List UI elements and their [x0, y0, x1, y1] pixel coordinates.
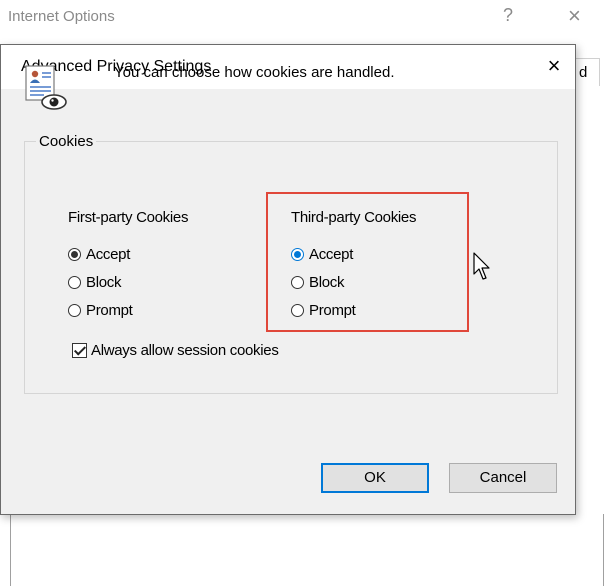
first-party-block-radio[interactable]: Block: [68, 274, 121, 291]
first-party-prompt-radio[interactable]: Prompt: [68, 302, 133, 319]
internet-options-title: Internet Options: [8, 8, 115, 25]
cancel-button[interactable]: Cancel: [449, 463, 557, 493]
highlight-box: [266, 192, 469, 332]
close-icon[interactable]: ×: [539, 51, 569, 81]
cookies-group-label: Cookies: [36, 133, 97, 150]
first-party-cookies-title: First-party Cookies: [68, 209, 189, 226]
radio-indicator: [68, 304, 81, 317]
radio-indicator: [68, 276, 81, 289]
mouse-pointer-icon: [473, 252, 490, 280]
privacy-report-icon: [25, 65, 67, 110]
ok-button[interactable]: OK: [321, 463, 429, 493]
internet-options-close-button[interactable]: ×: [568, 3, 581, 29]
radio-indicator: [68, 248, 81, 261]
radio-label: Accept: [86, 246, 131, 263]
help-button[interactable]: ?: [503, 5, 513, 26]
checkbox-label: Always allow session cookies: [91, 342, 279, 359]
internet-options-tab[interactable]: d: [572, 58, 600, 86]
checkbox-indicator: [72, 343, 87, 358]
internet-options-titlebar: Internet Options ? ×: [0, 0, 610, 36]
radio-label: Prompt: [86, 302, 133, 319]
first-party-accept-radio[interactable]: Accept: [68, 246, 130, 263]
intro-text: You can choose how cookies are handled.: [114, 64, 395, 81]
radio-label: Block: [86, 274, 122, 291]
always-allow-session-cookies-checkbox[interactable]: Always allow session cookies: [72, 342, 279, 359]
internet-options-content: [10, 514, 604, 586]
